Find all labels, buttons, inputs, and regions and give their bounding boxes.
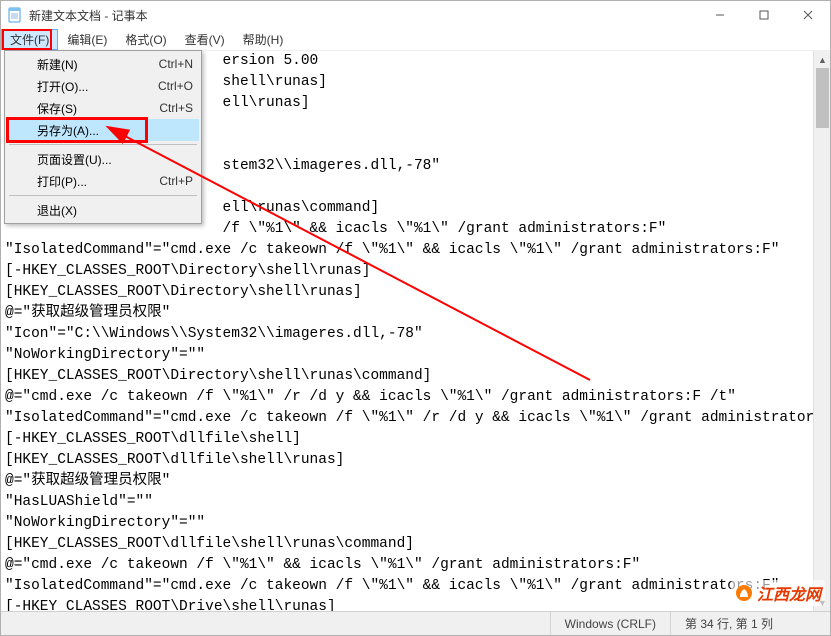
menu-file[interactable]: 文件(F)	[1, 29, 58, 50]
file-menu-save[interactable]: 保存(S)Ctrl+S	[7, 97, 199, 119]
close-button[interactable]	[786, 1, 830, 29]
file-menu-open[interactable]: 打开(O)...Ctrl+O	[7, 75, 199, 97]
file-menu-exit[interactable]: 退出(X)	[7, 199, 199, 221]
menu-separator	[9, 144, 197, 145]
file-menu-page-setup[interactable]: 页面设置(U)...	[7, 148, 199, 170]
watermark: 江西龙网	[731, 580, 825, 606]
scrollbar-thumb[interactable]	[816, 68, 829, 128]
status-cursor: 第 34 行, 第 1 列	[670, 612, 830, 635]
menu-separator	[9, 195, 197, 196]
title-bar: 新建文本文档 - 记事本	[1, 1, 830, 29]
maximize-button[interactable]	[742, 1, 786, 29]
menu-help[interactable]: 帮助(H)	[234, 29, 293, 50]
menu-bar: 文件(F) 编辑(E) 格式(O) 查看(V) 帮助(H)	[1, 29, 830, 51]
menu-format[interactable]: 格式(O)	[116, 29, 175, 50]
file-menu-print[interactable]: 打印(P)...Ctrl+P	[7, 170, 199, 192]
status-encoding: Windows (CRLF)	[550, 612, 670, 635]
watermark-icon	[735, 584, 753, 602]
minimize-button[interactable]	[698, 1, 742, 29]
notepad-app-icon	[7, 7, 23, 23]
vertical-scrollbar[interactable]: ▲ ▼	[813, 51, 830, 611]
status-bar: Windows (CRLF) 第 34 行, 第 1 列	[1, 611, 830, 635]
menu-edit[interactable]: 编辑(E)	[58, 29, 116, 50]
scroll-up-icon[interactable]: ▲	[814, 51, 830, 68]
file-menu-dropdown: 新建(N)Ctrl+N 打开(O)...Ctrl+O 保存(S)Ctrl+S 另…	[4, 50, 202, 224]
file-menu-new[interactable]: 新建(N)Ctrl+N	[7, 53, 199, 75]
file-menu-save-as[interactable]: 另存为(A)...	[7, 119, 199, 141]
menu-view[interactable]: 查看(V)	[176, 29, 234, 50]
window-title: 新建文本文档 - 记事本	[29, 7, 698, 24]
watermark-text: 江西龙网	[757, 581, 821, 605]
